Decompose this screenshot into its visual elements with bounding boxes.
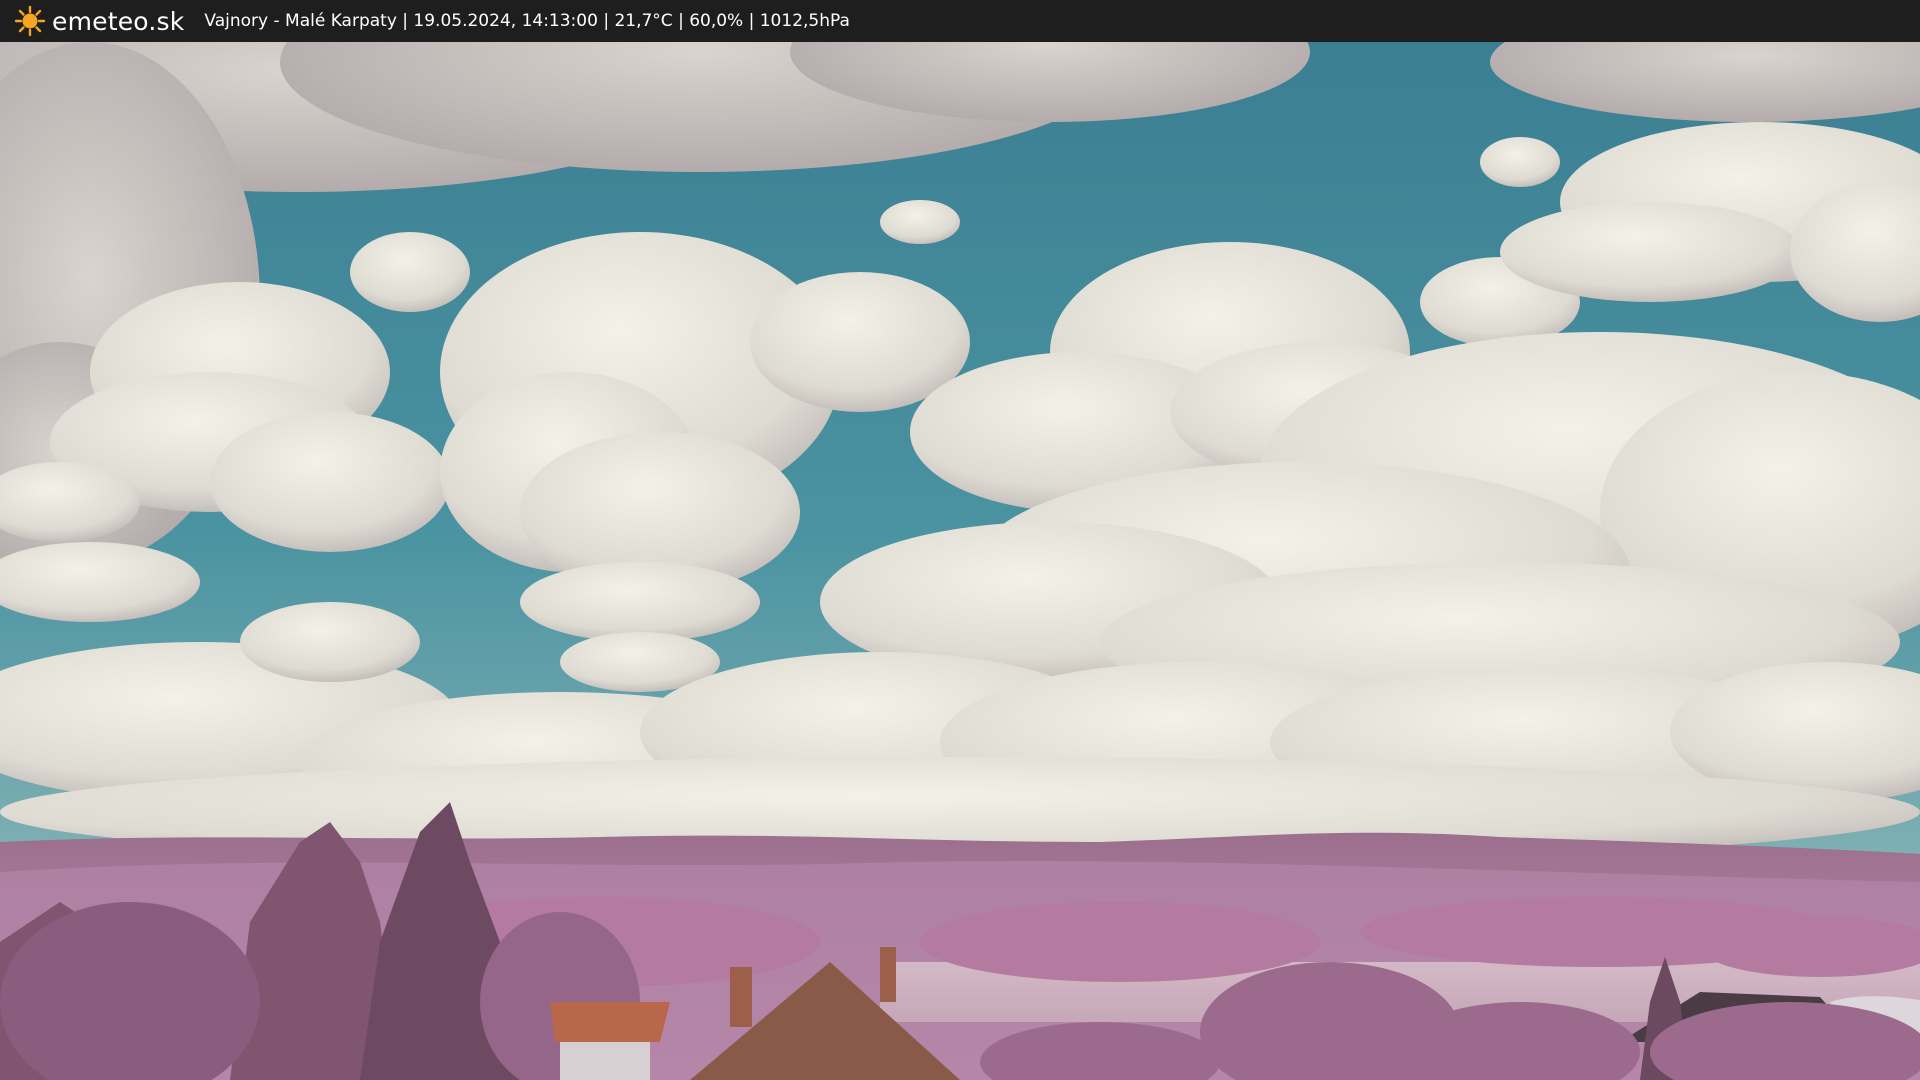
weather-caption: Vajnory - Malé Karpaty | 19.05.2024, 14:… bbox=[204, 11, 850, 31]
webcam-image bbox=[0, 42, 1920, 1080]
logo[interactable]: emeteo.sk bbox=[14, 0, 184, 42]
sun-icon bbox=[14, 5, 46, 37]
logo-text: emeteo.sk bbox=[52, 6, 185, 36]
caption-bar: emeteo.sk Vajnory - Malé Karpaty | 19.05… bbox=[0, 0, 1920, 42]
webcam-scene bbox=[0, 42, 1920, 1080]
